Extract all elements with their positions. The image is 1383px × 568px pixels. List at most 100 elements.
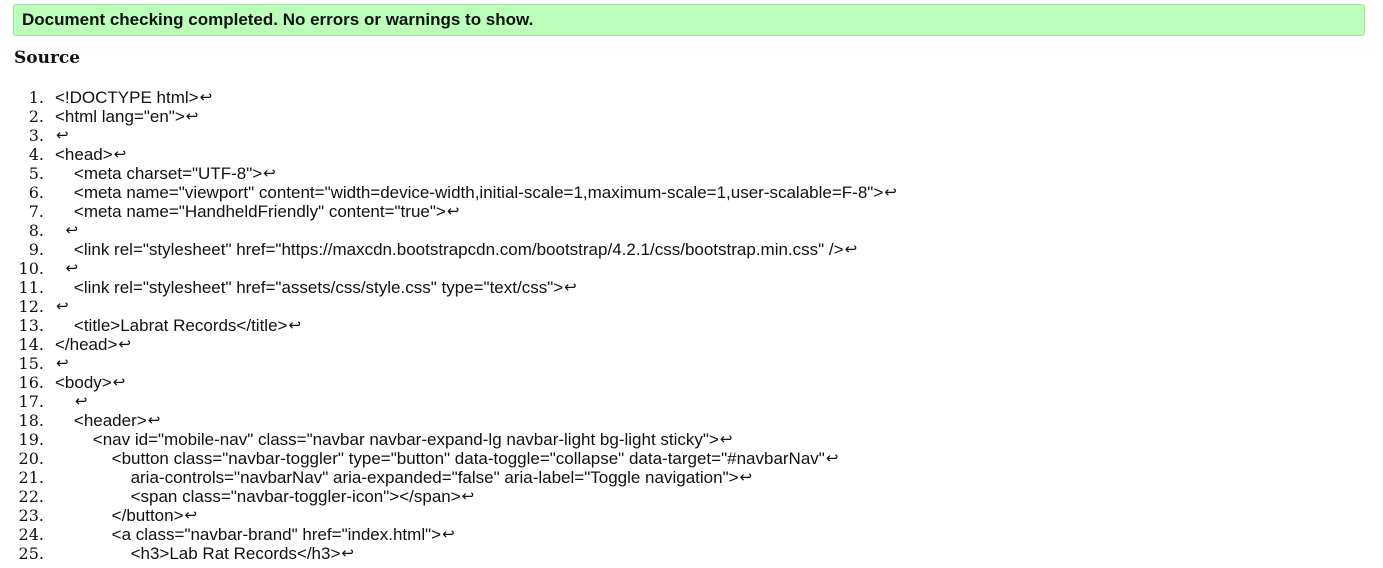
line-number: 13. <box>18 316 44 335</box>
line-code: aria-controls="navbarNav" aria-expanded=… <box>55 468 739 487</box>
line-code: <meta charset="UTF-8"> <box>55 164 263 183</box>
return-icon: ↩ <box>564 278 577 296</box>
source-line: 22. <span class="navbar-toggler-icon"></… <box>0 487 897 506</box>
return-icon: ↩ <box>118 335 131 353</box>
source-line: 13. <title>Labrat Records</title> ↩ <box>0 316 897 335</box>
line-code: <header> <box>55 411 147 430</box>
source-line: 23. </button> ↩ <box>0 506 897 525</box>
line-code: <meta name="HandheldFriendly" content="t… <box>55 202 446 221</box>
return-icon: ↩ <box>719 430 733 448</box>
return-icon: ↩ <box>461 487 475 505</box>
return-icon: ↩ <box>56 126 69 144</box>
line-number: 22. <box>18 487 44 506</box>
line-number: 17. <box>18 392 44 411</box>
return-icon: ↩ <box>74 392 88 410</box>
return-icon: ↩ <box>113 145 127 163</box>
line-code: <head> <box>55 145 113 164</box>
line-number: 15. <box>18 354 44 373</box>
source-line: 18. <header> ↩ <box>0 411 897 430</box>
line-number: 25. <box>18 544 44 563</box>
line-code: <a class="navbar-brand" href="index.html… <box>55 525 442 544</box>
return-icon: ↩ <box>825 449 839 467</box>
source-line: 14. </head> ↩ <box>0 335 897 354</box>
source-line: 10. ↩ <box>0 259 897 278</box>
line-code: <body> <box>55 373 112 392</box>
line-number: 2. <box>28 107 44 126</box>
source-line: 4. <head> ↩ <box>0 145 897 164</box>
line-code: <nav id="mobile-nav" class="navbar navba… <box>55 430 719 449</box>
line-number: 5. <box>28 164 44 183</box>
return-icon: ↩ <box>184 506 198 524</box>
return-icon: ↩ <box>65 259 79 277</box>
return-icon: ↩ <box>185 107 199 125</box>
return-icon: ↩ <box>288 316 302 334</box>
source-listing: 1. <!DOCTYPE html> ↩ 2. <html lang="en"> ↩ 3. ↩… <box>0 88 897 563</box>
source-line: 6. <meta name="viewport" content="width=… <box>0 183 897 202</box>
source-line: 9. <link rel="stylesheet" href="https://… <box>0 240 897 259</box>
source-line: 20. <button class="navbar-toggler" type=… <box>0 449 897 468</box>
line-number: 6. <box>28 183 44 202</box>
return-icon: ↩ <box>263 164 276 182</box>
source-line: 2. <html lang="en"> ↩ <box>0 107 897 126</box>
return-icon: ↩ <box>341 544 354 562</box>
line-code: <html lang="en"> <box>55 107 185 126</box>
line-number: 8. <box>28 221 44 240</box>
line-number: 21. <box>18 468 44 487</box>
source-line: 5. <meta charset="UTF-8"> ↩ <box>0 164 897 183</box>
return-icon: ↩ <box>56 354 69 372</box>
return-icon: ↩ <box>739 468 753 486</box>
source-line: 16. <body> ↩ <box>0 373 897 392</box>
line-code: <title>Labrat Records</title> <box>55 316 288 335</box>
line-number: 19. <box>18 430 44 449</box>
line-number: 18. <box>18 411 44 430</box>
source-line: 17. ↩ <box>0 392 897 411</box>
line-code: </head> <box>55 335 118 354</box>
line-number: 20. <box>18 449 44 468</box>
source-line: 25. <h3>Lab Rat Records</h3> ↩ <box>0 544 897 563</box>
status-message: Document checking completed. No errors o… <box>22 10 534 29</box>
line-number: 14. <box>18 335 44 354</box>
line-number: 10. <box>18 259 44 278</box>
source-line: 12. ↩ <box>0 297 897 316</box>
line-code: <link rel="stylesheet" href="assets/css/… <box>55 278 564 297</box>
source-line: 7. <meta name="HandheldFriendly" content… <box>0 202 897 221</box>
line-code: <!DOCTYPE html> <box>55 88 199 107</box>
line-number: 3. <box>28 126 44 145</box>
return-icon: ↩ <box>112 373 126 391</box>
line-code: <span class="navbar-toggler-icon"></span… <box>55 487 461 506</box>
line-code: <h3>Lab Rat Records</h3> <box>55 544 341 563</box>
line-code: <meta name="viewport" content="width=dev… <box>55 183 884 202</box>
line-number: 7. <box>28 202 44 221</box>
return-icon: ↩ <box>844 240 858 258</box>
line-code: <button class="navbar-toggler" type="but… <box>55 449 825 468</box>
validation-status-banner: Document checking completed. No errors o… <box>13 4 1365 36</box>
source-line: 24. <a class="navbar-brand" href="index.… <box>0 525 897 544</box>
return-icon: ↩ <box>446 202 460 220</box>
line-number: 23. <box>18 506 44 525</box>
source-line: 8. ↩ <box>0 221 897 240</box>
line-code: </button> <box>55 506 184 525</box>
line-number: 24. <box>18 525 44 544</box>
return-icon: ↩ <box>65 221 79 239</box>
line-number: 12. <box>18 297 44 316</box>
source-line: 21. aria-controls="navbarNav" aria-expan… <box>0 468 897 487</box>
return-icon: ↩ <box>442 525 455 543</box>
line-number: 4. <box>28 145 44 164</box>
source-heading: Source <box>14 48 81 68</box>
return-icon: ↩ <box>884 183 897 201</box>
line-number: 9. <box>28 240 44 259</box>
source-line: 1. <!DOCTYPE html> ↩ <box>0 88 897 107</box>
source-line: 19. <nav id="mobile-nav" class="navbar n… <box>0 430 897 449</box>
line-code: <link rel="stylesheet" href="https://max… <box>55 240 844 259</box>
return-icon: ↩ <box>147 411 161 429</box>
line-number: 1. <box>28 88 44 107</box>
return-icon: ↩ <box>199 88 213 106</box>
return-icon: ↩ <box>56 297 69 315</box>
line-number: 16. <box>18 373 44 392</box>
source-line: 3. ↩ <box>0 126 897 145</box>
line-number: 11. <box>18 278 44 297</box>
source-line: 15. ↩ <box>0 354 897 373</box>
